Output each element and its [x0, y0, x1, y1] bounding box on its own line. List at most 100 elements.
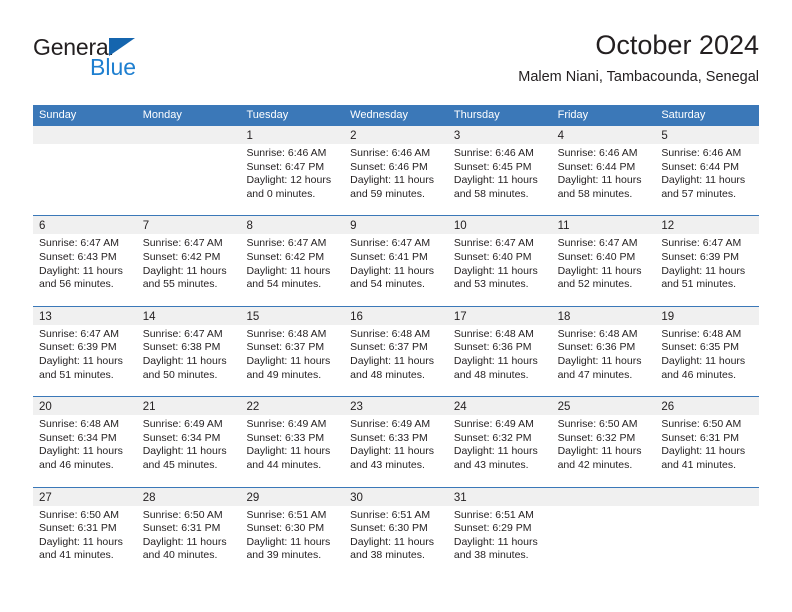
day-number: 14 [142, 310, 156, 323]
calendar-day-cell-empty [655, 487, 760, 577]
calendar-day-cell[interactable]: 28 Sunrise: 6:50 AM Sunset: 6:31 PM Dayligh… [136, 487, 241, 577]
day-number-band: 24 [447, 397, 552, 416]
daylight-text-line1: Daylight: 11 hours [453, 445, 538, 458]
sunset-text: Sunset: 6:32 PM [453, 431, 532, 444]
calendar-day-cell[interactable]: 2 Sunrise: 6:46 AM Sunset: 6:46 PM Daylight… [344, 126, 448, 215]
calendar-day-cell[interactable]: 14 Sunrise: 6:47 AM Sunset: 6:38 PM Dayligh… [136, 306, 241, 396]
sunrise-text: Sunrise: 6:48 AM [557, 327, 638, 340]
calendar-day-cell[interactable]: 3 Sunrise: 6:46 AM Sunset: 6:45 PM Daylight… [447, 126, 552, 215]
sunset-text: Sunset: 6:33 PM [350, 431, 428, 444]
day-number: 30 [350, 491, 363, 504]
daylight-text-line2: and 51 minutes. [661, 278, 737, 291]
calendar-day-cell[interactable]: 1 Sunrise: 6:46 AM Sunset: 6:47 PM Daylight… [240, 126, 345, 215]
daylight-text-line2: and 54 minutes. [350, 278, 425, 291]
dow-thursday: Thursday [453, 109, 500, 121]
daylight-text-line2: and 46 minutes. [661, 368, 737, 381]
day-number-band: 9 [344, 216, 448, 235]
day-number-band: 27 [33, 487, 137, 506]
day-number-band: 20 [33, 397, 137, 416]
calendar-day-cell[interactable]: 25 Sunrise: 6:50 AM Sunset: 6:32 PM Dayligh… [551, 397, 656, 486]
calendar-day-cell[interactable]: 20 Sunrise: 6:48 AM Sunset: 6:34 PM Dayligh… [33, 397, 137, 486]
day-number-band: 31 [447, 487, 552, 506]
calendar-day-cell[interactable]: 30 Sunrise: 6:51 AM Sunset: 6:30 PM Dayligh… [344, 487, 448, 577]
day-number: 29 [246, 491, 260, 504]
sunset-text: Sunset: 6:43 PM [39, 250, 117, 263]
calendar-week-row: 6 Sunrise: 6:47 AM Sunset: 6:43 PM Daylight… [33, 215, 760, 305]
daylight-text-line1: Daylight: 11 hours [142, 354, 227, 367]
daylight-text-line1: Daylight: 11 hours [453, 535, 538, 548]
sunset-text: Sunset: 6:47 PM [246, 160, 325, 173]
sunrise-text: Sunrise: 6:49 AM [246, 418, 327, 431]
day-number: 8 [246, 220, 253, 233]
calendar-day-cell[interactable]: 11 Sunrise: 6:47 AM Sunset: 6:40 PM Dayligh… [551, 216, 656, 305]
daylight-text-line1: Daylight: 11 hours [350, 535, 435, 548]
calendar-day-cell[interactable]: 24 Sunrise: 6:49 AM Sunset: 6:32 PM Dayligh… [447, 397, 552, 486]
daylight-text-line2: and 42 minutes. [557, 458, 633, 471]
calendar-day-cell[interactable]: 4 Sunrise: 6:46 AM Sunset: 6:44 PM Daylight… [551, 126, 656, 215]
day-details: Sunrise: 6:49 AM Sunset: 6:33 PM Daylight:… [344, 415, 448, 472]
sunrise-text: Sunrise: 6:50 AM [39, 508, 119, 521]
day-details: Sunrise: 6:46 AM Sunset: 6:44 PM Daylight:… [655, 144, 759, 201]
daylight-text-line1: Daylight: 11 hours [246, 445, 331, 458]
day-details: Sunrise: 6:48 AM Sunset: 6:36 PM Daylight:… [552, 325, 656, 382]
calendar-day-cell[interactable]: 9 Sunrise: 6:47 AM Sunset: 6:41 PM Daylight… [344, 216, 448, 305]
calendar-day-cell[interactable]: 18 Sunrise: 6:48 AM Sunset: 6:36 PM Dayligh… [551, 306, 656, 396]
day-number-band: 28 [136, 487, 241, 506]
calendar-day-cell[interactable]: 19 Sunrise: 6:48 AM Sunset: 6:35 PM Dayligh… [655, 306, 760, 396]
day-number-band: 13 [33, 306, 137, 325]
sunset-text: Sunset: 6:31 PM [661, 431, 739, 444]
day-number-band: 15 [240, 306, 345, 325]
dow-monday: Monday [142, 109, 182, 121]
sunset-text: Sunset: 6:31 PM [142, 522, 221, 535]
calendar-day-cell[interactable]: 27 Sunrise: 6:50 AM Sunset: 6:31 PM Dayligh… [33, 487, 137, 577]
day-number-band: 29 [240, 487, 345, 506]
sunset-text: Sunset: 6:32 PM [557, 431, 636, 444]
daylight-text-line1: Daylight: 11 hours [557, 445, 642, 458]
sunset-text: Sunset: 6:41 PM [350, 250, 428, 263]
daylight-text-line1: Daylight: 11 hours [246, 354, 331, 367]
daylight-text-line2: and 41 minutes. [39, 549, 114, 562]
day-details: Sunrise: 6:47 AM Sunset: 6:42 PM Daylight:… [137, 234, 241, 291]
daylight-text-line2: and 41 minutes. [661, 458, 737, 471]
sunset-text: Sunset: 6:42 PM [142, 250, 221, 263]
daylight-text-line2: and 50 minutes. [142, 368, 218, 381]
day-details: Sunrise: 6:47 AM Sunset: 6:42 PM Daylight:… [240, 234, 344, 291]
calendar-day-cell[interactable]: 5 Sunrise: 6:46 AM Sunset: 6:44 PM Daylight… [655, 126, 760, 215]
calendar-day-cell[interactable]: 10 Sunrise: 6:47 AM Sunset: 6:40 PM Dayligh… [447, 216, 552, 305]
calendar-day-cell[interactable]: 17 Sunrise: 6:48 AM Sunset: 6:36 PM Dayligh… [447, 306, 552, 396]
dow-sunday: Sunday [39, 109, 77, 121]
sunrise-text: Sunrise: 6:49 AM [453, 418, 534, 431]
sunrise-text: Sunrise: 6:51 AM [246, 508, 327, 521]
calendar-day-cell[interactable]: 6 Sunrise: 6:47 AM Sunset: 6:43 PM Daylight… [33, 216, 137, 305]
calendar-day-cell[interactable]: 16 Sunrise: 6:48 AM Sunset: 6:37 PM Dayligh… [344, 306, 448, 396]
day-details: Sunrise: 6:46 AM Sunset: 6:47 PM Daylight:… [240, 144, 344, 201]
daylight-text-line1: Daylight: 11 hours [453, 264, 538, 277]
calendar-day-cell[interactable]: 26 Sunrise: 6:50 AM Sunset: 6:31 PM Dayligh… [655, 397, 760, 486]
day-number: 15 [246, 310, 260, 323]
calendar-day-cell[interactable]: 13 Sunrise: 6:47 AM Sunset: 6:39 PM Dayligh… [33, 306, 137, 396]
calendar-day-cell[interactable]: 8 Sunrise: 6:47 AM Sunset: 6:42 PM Daylight… [240, 216, 345, 305]
calendar-day-cell[interactable]: 21 Sunrise: 6:49 AM Sunset: 6:34 PM Dayligh… [136, 397, 241, 486]
calendar-day-cell[interactable]: 12 Sunrise: 6:47 AM Sunset: 6:39 PM Dayligh… [655, 216, 760, 305]
day-number: 19 [661, 310, 675, 323]
daylight-text-line1: Daylight: 11 hours [246, 264, 331, 277]
calendar-day-cell[interactable]: 31 Sunrise: 6:51 AM Sunset: 6:29 PM Dayligh… [447, 487, 552, 577]
calendar-day-cell[interactable]: 22 Sunrise: 6:49 AM Sunset: 6:33 PM Dayligh… [240, 397, 345, 486]
calendar-day-cell-empty [551, 487, 656, 577]
dow-tuesday: Tuesday [246, 109, 289, 121]
day-number: 28 [142, 491, 156, 504]
day-number: 6 [39, 220, 46, 233]
calendar-day-cell[interactable]: 29 Sunrise: 6:51 AM Sunset: 6:30 PM Dayligh… [240, 487, 345, 577]
sunrise-text: Sunrise: 6:48 AM [350, 327, 431, 340]
day-number: 22 [246, 401, 260, 414]
daylight-text-line1: Daylight: 11 hours [557, 354, 642, 367]
calendar-day-cell[interactable]: 7 Sunrise: 6:47 AM Sunset: 6:42 PM Daylight… [136, 216, 241, 305]
day-details [33, 144, 137, 147]
sunset-text: Sunset: 6:34 PM [142, 431, 221, 444]
sunrise-text: Sunrise: 6:48 AM [246, 327, 327, 340]
daylight-text-line1: Daylight: 11 hours [142, 264, 227, 277]
day-number-band: 7 [136, 216, 241, 235]
calendar-day-cell-empty [33, 126, 137, 215]
calendar-day-cell[interactable]: 15 Sunrise: 6:48 AM Sunset: 6:37 PM Dayligh… [240, 306, 345, 396]
calendar-day-cell[interactable]: 23 Sunrise: 6:49 AM Sunset: 6:33 PM Dayligh… [344, 397, 448, 486]
